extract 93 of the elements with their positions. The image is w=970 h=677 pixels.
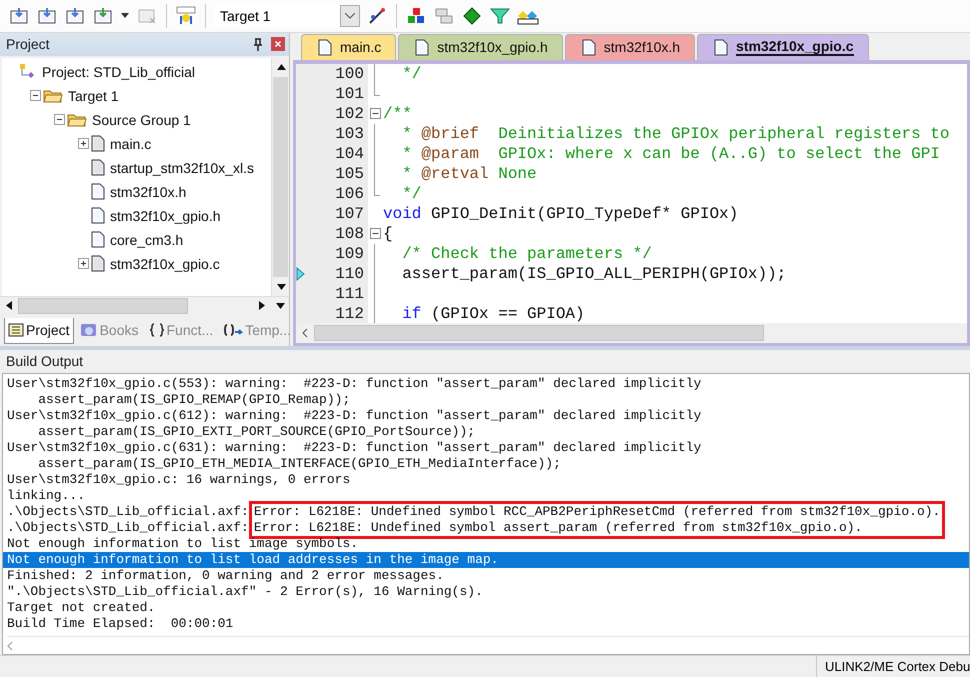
scroll-down-arrow-icon[interactable] (276, 284, 286, 290)
code-line: * @retval None (401, 164, 537, 183)
tree-item[interactable]: startup_stm32f10x_xl.s (110, 160, 254, 176)
line-number: 105 (335, 164, 364, 183)
line-number: 103 (335, 124, 364, 143)
code-line: /** (383, 104, 412, 123)
code-line: assert_param(IS_GPIO_ALL_PERIPH(GPIOx)); (401, 264, 786, 283)
tree-item[interactable]: Target 1 (68, 88, 119, 104)
scroll-left-arrow-icon[interactable] (6, 301, 12, 310)
output-line[interactable]: Target not created. (3, 600, 969, 616)
line-number: 108 (335, 224, 364, 243)
source-file-icon (91, 159, 105, 176)
diamond-icon[interactable] (461, 4, 483, 27)
output-line[interactable]: User\stm32f10x_gpio.c(631): warning: #223-D: function "assert_param" declared implicitly (3, 440, 969, 456)
output-line[interactable]: .\Objects\STD_Lib_official.axf: (7, 504, 249, 520)
tree-item[interactable]: Source Group 1 (92, 112, 191, 128)
panel-tab[interactable]: Project (4, 318, 74, 344)
load-icon[interactable] (175, 4, 197, 27)
output-line[interactable]: assert_param(IS_GPIO_REMAP(GPIO_Remap)); (3, 392, 969, 408)
expand-toggle[interactable] (78, 138, 89, 150)
file-icon (714, 38, 728, 56)
file-icon (91, 207, 105, 224)
scroll-down-arrow-icon[interactable] (276, 302, 284, 309)
scroll-right-arrow-icon[interactable] (259, 301, 265, 310)
file-icon (415, 38, 430, 56)
file-tab[interactable]: main.c (301, 34, 396, 60)
tree-item[interactable]: Project: STD_Lib_official (42, 64, 196, 80)
scroll-thumb[interactable] (18, 298, 188, 314)
expand-toggle[interactable] (78, 258, 89, 270)
tree-item[interactable]: stm32f10x_gpio.c (110, 256, 220, 272)
file-icon (582, 38, 596, 56)
output-line[interactable]: Not enough information to list image symbols. (3, 536, 969, 552)
file-tab[interactable]: stm32f10x_gpio.h (398, 34, 563, 60)
source-file-icon (91, 255, 105, 272)
line-number: 106 (335, 184, 364, 203)
project-icon (19, 62, 37, 81)
scroll-thumb[interactable] (314, 324, 764, 341)
line-number: 107 (335, 204, 364, 223)
line-number: 110 (335, 264, 364, 283)
line-number: 102 (335, 104, 364, 123)
source-file-icon (91, 135, 105, 152)
line-number: 109 (335, 244, 364, 263)
output-line[interactable]: linking... (3, 488, 969, 504)
line-number: 104 (335, 144, 364, 163)
fold-toggle[interactable] (370, 228, 381, 240)
error-message[interactable]: Error: L6218E: Undefined symbol RCC_APB2PeriphResetCmd (referred from stm32f10x_gpio.o). (254, 504, 940, 520)
code-line: /* Check the parameters */ (401, 244, 652, 263)
output-line[interactable]: Build Time Elapsed: 00:00:01 (3, 616, 969, 632)
file-tab[interactable]: stm32f10x.h (564, 34, 696, 60)
panel-title: Project (6, 36, 50, 52)
output-line[interactable]: User\stm32f10x_gpio.c(612): warning: #223-D: function "assert_param" declared implicitly (3, 408, 969, 424)
output-line[interactable]: assert_param(IS_GPIO_ETH_MEDIA_INTERFACE(GPIO_ETH_MediaInterface)); (3, 456, 969, 472)
file-icon (91, 231, 105, 248)
output-line[interactable]: User\stm32f10x_gpio.c(553): warning: #223-D: function "assert_param" declared implicitly (3, 376, 969, 392)
close-icon[interactable] (271, 37, 285, 52)
output-line[interactable]: User\stm32f10x_gpio.c: 16 warnings, 0 errors (3, 472, 969, 488)
code-line: * @brief Deinitializes the GPIOx peripheral registers to (401, 124, 950, 143)
fold-toggle[interactable] (370, 108, 381, 120)
template-icon (223, 323, 244, 338)
code-line: if (GPIOx == GPIOA) (401, 304, 585, 323)
code-line: { (383, 224, 393, 243)
tree-item[interactable]: core_cm3.h (110, 232, 184, 248)
output-line[interactable]: ".\Objects\STD_Lib_official.axf" - 2 Error(s), 16 Warning(s). (3, 584, 969, 600)
output-line[interactable]: assert_param(IS_GPIO_EXTI_PORT_SOURCE(GPIO_PortSource)); (3, 424, 969, 440)
tree-item[interactable]: main.c (110, 136, 152, 152)
file-icon (318, 38, 332, 56)
code-line: void GPIO_DeInit(GPIO_TypeDef* GPIOx) (383, 204, 738, 223)
code-line: */ (401, 64, 422, 83)
output-line[interactable]: .\Objects\STD_Lib_official.axf: (7, 520, 249, 536)
output-line[interactable]: Finished: 2 information, 0 warning and 2 error messages. (3, 568, 969, 584)
line-number: 100 (335, 64, 364, 83)
line-number: 112 (335, 304, 364, 323)
target-folder-icon (43, 88, 63, 104)
code-line: */ (401, 184, 422, 203)
project-window-icon (8, 323, 24, 338)
panel-title: Build Output (6, 353, 84, 370)
file-tab[interactable]: stm32f10x_gpio.c (697, 34, 869, 60)
line-number: 101 (335, 84, 364, 103)
pin-icon[interactable] (253, 38, 263, 51)
book-icon (80, 322, 98, 338)
debugger-status: ULINK2/ME Cortex Debu (816, 656, 970, 677)
braces-icon (148, 323, 164, 338)
code-line: * @param GPIOx: where x can be (A..G) to select the GPI (401, 144, 940, 163)
folder-icon (67, 112, 87, 128)
line-number: 111 (335, 284, 364, 303)
tree-item[interactable]: stm32f10x_gpio.h (110, 208, 221, 224)
error-message[interactable]: Error: L6218E: Undefined symbol assert_param (referred from stm32f10x_gpio.o). (254, 520, 940, 536)
scroll-thumb[interactable] (273, 76, 288, 277)
collapse-toggle[interactable] (54, 114, 65, 126)
scroll-up-arrow-icon[interactable] (276, 64, 286, 70)
tree-item[interactable]: stm32f10x.h (110, 184, 186, 200)
file-icon (91, 183, 105, 200)
collapse-toggle[interactable] (30, 90, 41, 102)
